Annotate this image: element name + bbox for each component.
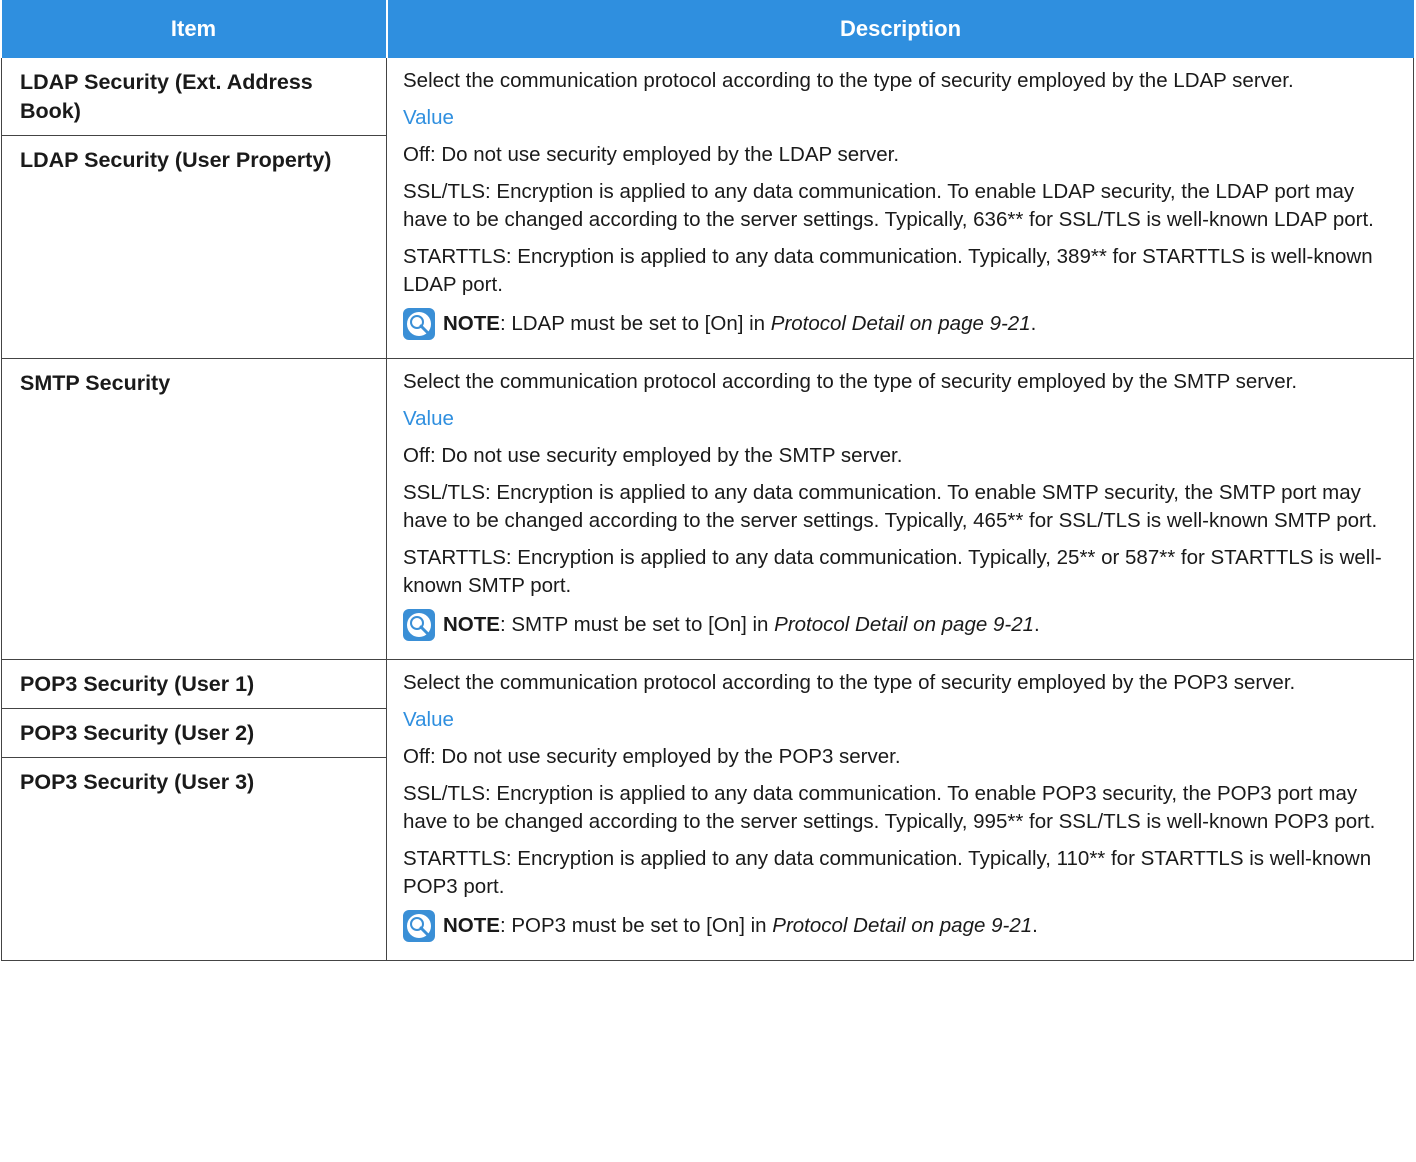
item-label: SMTP Security: [20, 371, 171, 395]
lightbulb-note-icon: [403, 910, 435, 942]
settings-table: Item Description LDAP Security (Ext. Add…: [1, 0, 1414, 961]
value-ssltls: SSL/TLS: Encryption is applied to any da…: [403, 180, 1374, 231]
value-ssltls: SSL/TLS: Encryption is applied to any da…: [403, 481, 1378, 532]
value-heading: Value: [403, 407, 454, 430]
header-item: Item: [1, 0, 388, 58]
value-starttls: STARTTLS: Encryption is applied to any d…: [403, 847, 1372, 898]
item-label: LDAP Security (User Property): [2, 135, 386, 184]
description-intro: Select the communication protocol accord…: [403, 671, 1296, 694]
value-starttls: STARTTLS: Encryption is applied to any d…: [403, 245, 1373, 296]
note-reference-link[interactable]: Protocol Detail on page 9-21: [771, 312, 1031, 335]
item-cell: SMTP Security: [1, 358, 387, 660]
value-off: Off: Do not use security employed by the…: [403, 444, 903, 467]
note-reference-link[interactable]: Protocol Detail on page 9-21: [772, 914, 1032, 937]
header-description: Description: [386, 0, 1414, 58]
item-cell: LDAP Security (Ext. Address Book) LDAP S…: [1, 58, 387, 359]
note: NOTE: LDAP must be set to [On] in Protoc…: [403, 308, 1399, 340]
description-cell: Select the communication protocol accord…: [386, 58, 1414, 359]
item-cell: POP3 Security (User 1) POP3 Security (Us…: [1, 659, 387, 961]
item-label: POP3 Security (User 3): [2, 757, 386, 806]
table-row: POP3 Security (User 1) POP3 Security (Us…: [1, 659, 1414, 961]
description-cell: Select the communication protocol accord…: [386, 358, 1414, 660]
table-row: SMTP Security Select the communication p…: [1, 358, 1414, 660]
item-label: LDAP Security (Ext. Address Book): [20, 70, 313, 123]
note-label: NOTE: [443, 613, 500, 636]
note-reference-link[interactable]: Protocol Detail on page 9-21: [774, 613, 1034, 636]
description-intro: Select the communication protocol accord…: [403, 69, 1294, 92]
value-ssltls: SSL/TLS: Encryption is applied to any da…: [403, 782, 1376, 833]
note-label: NOTE: [443, 914, 500, 937]
note-text: : POP3 must be set to [On] in: [499, 914, 773, 937]
note: NOTE: POP3 must be set to [On] in Protoc…: [403, 910, 1399, 942]
value-heading: Value: [403, 708, 454, 731]
item-label: POP3 Security (User 1): [20, 672, 255, 696]
description-intro: Select the communication protocol accord…: [403, 370, 1298, 393]
value-off: Off: Do not use security employed by the…: [403, 745, 901, 768]
value-heading: Value: [403, 106, 454, 129]
description-cell: Select the communication protocol accord…: [386, 659, 1414, 961]
note-text: : SMTP must be set to [On] in: [499, 613, 775, 636]
lightbulb-note-icon: [403, 609, 435, 641]
item-label: POP3 Security (User 2): [2, 708, 386, 757]
value-starttls: STARTTLS: Encryption is applied to any d…: [403, 546, 1382, 597]
note: NOTE: SMTP must be set to [On] in Protoc…: [403, 609, 1399, 641]
table-row: LDAP Security (Ext. Address Book) LDAP S…: [1, 58, 1414, 359]
note-text: : LDAP must be set to [On] in: [499, 312, 771, 335]
lightbulb-note-icon: [403, 308, 435, 340]
table-header-row: Item Description: [1, 0, 1414, 58]
value-off: Off: Do not use security employed by the…: [403, 143, 900, 166]
note-label: NOTE: [443, 312, 500, 335]
